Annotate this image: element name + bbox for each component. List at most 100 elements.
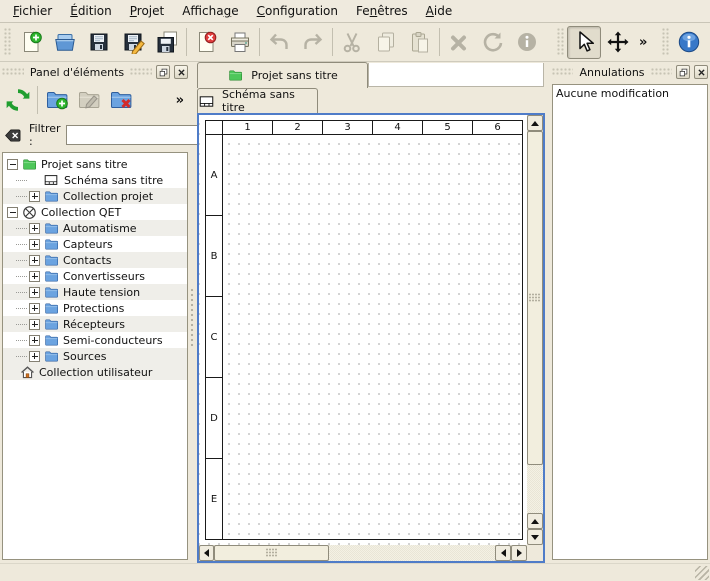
titlebar-grip[interactable] <box>2 68 24 76</box>
undo-button[interactable] <box>262 26 296 59</box>
vertical-scrollbar[interactable] <box>527 115 543 545</box>
reload-button[interactable] <box>2 84 34 116</box>
tree-item-r-cepteurs[interactable]: Récepteurs <box>3 316 187 332</box>
tree-item-protections[interactable]: Protections <box>3 300 187 316</box>
toolbar-overflow-button[interactable]: » <box>706 35 710 50</box>
toolbar-overflow-button[interactable]: » <box>635 35 651 50</box>
splitter-handle[interactable] <box>190 288 196 346</box>
horizontal-scrollbar[interactable] <box>199 545 527 561</box>
scroll-up-button[interactable] <box>527 115 543 131</box>
expand-icon[interactable] <box>29 319 40 330</box>
titlebar-grip[interactable] <box>552 68 573 76</box>
folder-icon <box>44 221 59 236</box>
tree-item-projet-sans-titre[interactable]: Projet sans titre <box>3 156 187 172</box>
new-document-button[interactable] <box>14 26 48 59</box>
float-panel-button[interactable] <box>156 65 170 79</box>
expand-icon[interactable] <box>29 191 40 202</box>
tree-item-label: Contacts <box>63 254 112 267</box>
close-document-button[interactable] <box>189 26 223 59</box>
tree-item-automatisme[interactable]: Automatisme <box>3 220 187 236</box>
horizontal-scrollbar-thumb[interactable] <box>214 545 329 561</box>
menu-item-0[interactable]: Fichier <box>4 1 61 21</box>
clear-filter-button[interactable] <box>2 125 24 145</box>
tree-item-semi-conducteurs[interactable]: Semi-conducteurs <box>3 332 187 348</box>
new-document-icon <box>19 30 43 54</box>
scroll-left-button[interactable] <box>199 545 214 561</box>
paste-button[interactable] <box>403 26 437 59</box>
menu-item-2[interactable]: Projet <box>121 1 173 21</box>
save-button[interactable] <box>82 26 116 59</box>
tree-branch-line <box>16 244 27 245</box>
redo-button[interactable] <box>296 26 330 59</box>
tree-item-collection-utilisateur[interactable]: Collection utilisateur <box>3 364 187 380</box>
save-all-button[interactable] <box>150 26 184 59</box>
close-panel-button[interactable] <box>694 65 708 79</box>
tree-item-collection-qet[interactable]: Collection QET <box>3 204 187 220</box>
tree-item-haute-tension[interactable]: Haute tension <box>3 284 187 300</box>
info-blue-button[interactable] <box>672 26 706 59</box>
vertical-scrollbar-thumb[interactable] <box>527 131 543 465</box>
expand-icon[interactable] <box>29 255 40 266</box>
column-header-1: 1 <box>222 120 273 135</box>
menu-item-4[interactable]: Configuration <box>248 1 347 21</box>
tree-item-capteurs[interactable]: Capteurs <box>3 236 187 252</box>
collapse-icon[interactable] <box>7 207 18 218</box>
titlebar-grip[interactable] <box>130 68 152 76</box>
expand-icon[interactable] <box>29 303 40 314</box>
tree-item-convertisseurs[interactable]: Convertisseurs <box>3 268 187 284</box>
select-cursor-button[interactable] <box>567 26 601 59</box>
tree-item-contacts[interactable]: Contacts <box>3 252 187 268</box>
menu-item-3[interactable]: Affichage <box>173 1 247 21</box>
project-tab[interactable]: Projet sans titre <box>197 62 368 88</box>
schema-tab[interactable]: Schéma sans titre <box>197 88 318 113</box>
resize-grip[interactable] <box>695 566 709 580</box>
expand-icon[interactable] <box>29 223 40 234</box>
filter-input[interactable] <box>66 125 219 145</box>
collapse-icon[interactable] <box>7 159 18 170</box>
delete-button[interactable] <box>442 26 476 59</box>
copy-button[interactable] <box>369 26 403 59</box>
expand-icon[interactable] <box>29 287 40 298</box>
delete-category-button[interactable] <box>105 84 137 116</box>
scroll-right-button[interactable] <box>511 545 527 561</box>
menu-item-5[interactable]: Fenêtres <box>347 1 417 21</box>
tree-item-collection-projet[interactable]: Collection projet <box>3 188 187 204</box>
expand-icon[interactable] <box>29 239 40 250</box>
tree-item-label: Capteurs <box>63 238 113 251</box>
undo-history-item[interactable]: Aucune modification <box>553 85 707 102</box>
tools-toolbar <box>567 26 635 59</box>
scroll-down-button[interactable] <box>527 529 543 545</box>
cut-button[interactable] <box>335 26 369 59</box>
tree-item-label: Récepteurs <box>63 318 125 331</box>
open-document-button[interactable] <box>48 26 82 59</box>
titlebar-grip[interactable] <box>651 68 672 76</box>
menu-item-1[interactable]: Édition <box>61 1 121 21</box>
close-icon <box>697 68 706 77</box>
new-category-button[interactable] <box>41 84 73 116</box>
float-panel-button[interactable] <box>676 65 690 79</box>
diagram-canvas[interactable]: 123456ABCDE <box>199 115 527 545</box>
panel-toolbar-overflow-button[interactable]: » <box>172 93 188 108</box>
column-header-5: 5 <box>422 120 473 135</box>
edit-category-button[interactable] <box>73 84 105 116</box>
delete-category-icon <box>109 88 133 112</box>
move-button[interactable] <box>601 26 635 59</box>
save-as-button[interactable] <box>116 26 150 59</box>
menu-item-6[interactable]: Aide <box>417 1 462 21</box>
scroll-up-button[interactable] <box>527 513 543 529</box>
tree-item-sources[interactable]: Sources <box>3 348 187 364</box>
toolbar-grip[interactable] <box>4 28 11 56</box>
expand-icon[interactable] <box>29 271 40 282</box>
close-panel-button[interactable] <box>174 65 188 79</box>
toolbar-grip[interactable] <box>557 28 564 56</box>
expand-icon[interactable] <box>29 335 40 346</box>
toolbar-grip[interactable] <box>662 28 669 56</box>
expand-icon[interactable] <box>29 351 40 362</box>
scroll-left-button[interactable] <box>495 545 511 561</box>
tree-item-sch-ma-sans-titre[interactable]: Schéma sans titre <box>3 172 187 188</box>
print-button[interactable] <box>223 26 257 59</box>
info-button[interactable] <box>510 26 544 59</box>
rotate-button[interactable] <box>476 26 510 59</box>
frame-corner-cell <box>205 120 223 135</box>
triangle-left-icon <box>501 549 506 557</box>
